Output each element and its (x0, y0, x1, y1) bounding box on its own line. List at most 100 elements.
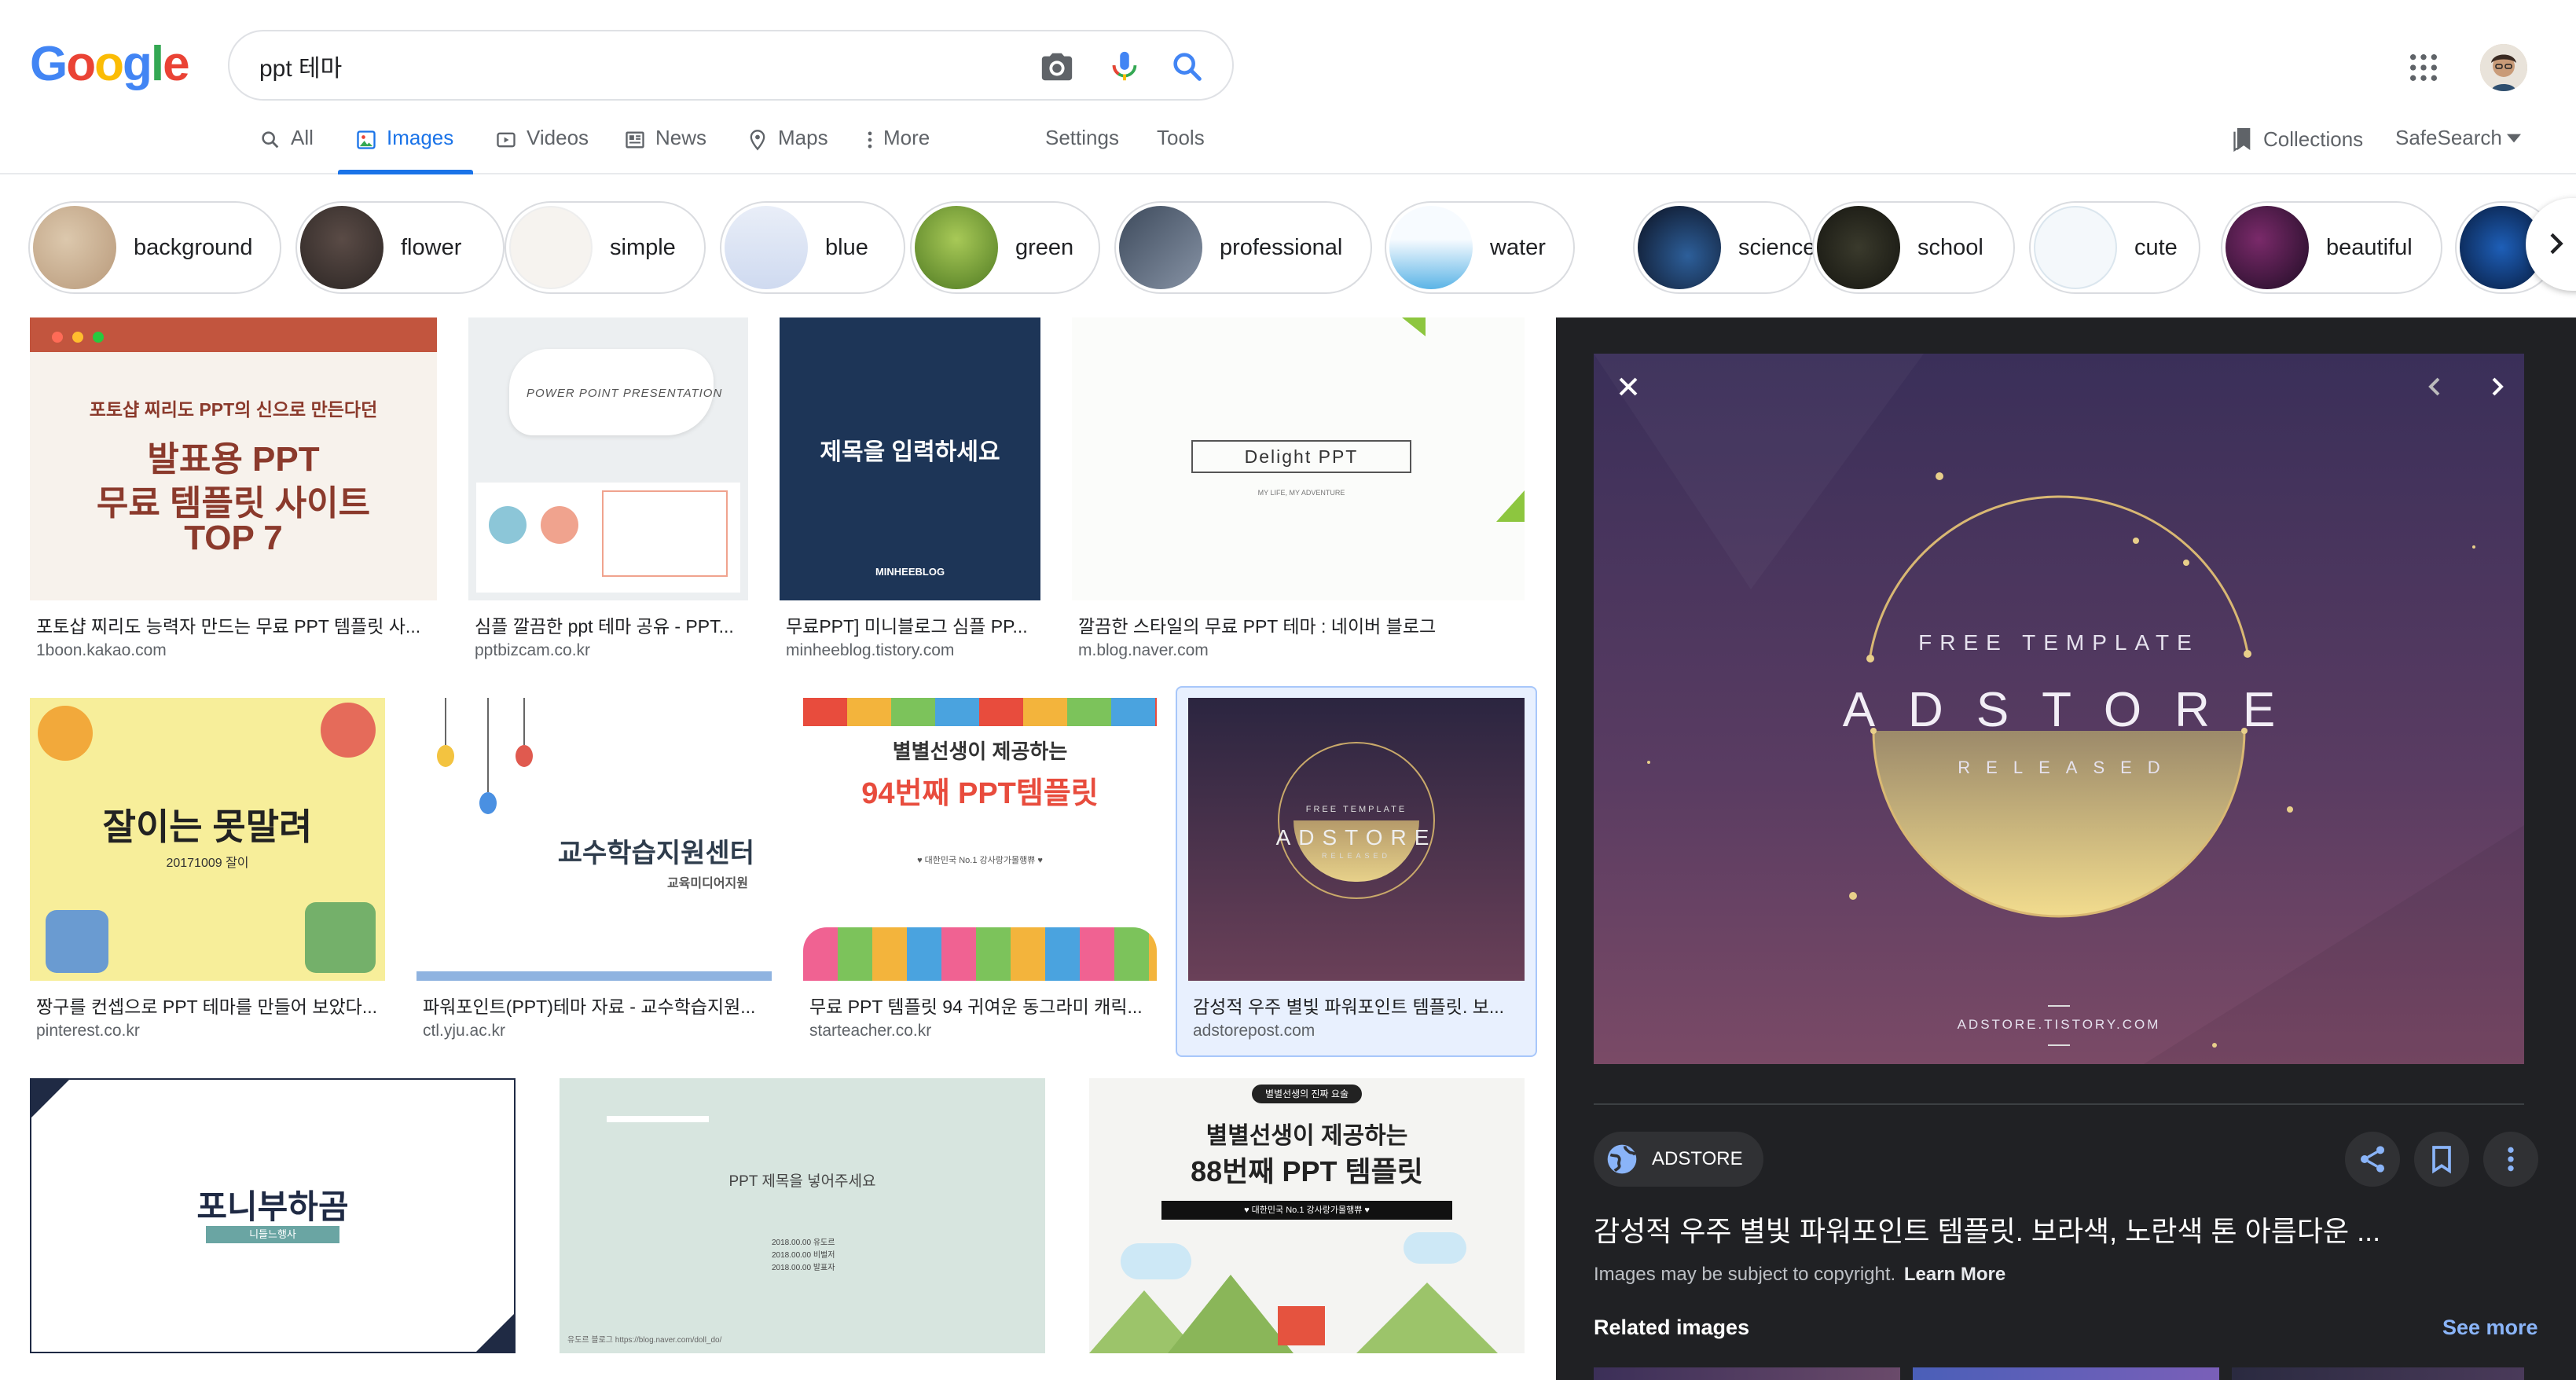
tab-maps[interactable]: Maps (747, 126, 828, 178)
chip-thumbnail (509, 206, 593, 289)
tab-label: More (883, 126, 930, 149)
chip-thumbnail (725, 206, 808, 289)
chip-thumbnail (1119, 206, 1202, 289)
chip-thumbnail (33, 206, 116, 289)
copyright-notice: Images may be subject to copyright. Lear… (1594, 1264, 2005, 1286)
chip-blue[interactable]: blue (720, 201, 905, 294)
image-result[interactable]: 교수학습지원센터 교육미디어지원 파워포인트(PPT)테마 자료 - 교수학습지… (416, 698, 773, 1044)
result-thumbnail: 포니부하곰 니들느행사 (30, 1078, 516, 1353)
thumb-text: 포니부하곰 (196, 1188, 349, 1225)
image-result[interactable]: 포토샵 찌리도 PPT의 신으로 만든다던 발표용 PPT 무료 템플릿 사이트… (30, 317, 439, 663)
result-source: m.blog.naver.com (1078, 641, 1209, 659)
chip-green[interactable]: green (910, 201, 1100, 294)
thumb-text: ADSTORE (1275, 825, 1437, 850)
globe-icon (1607, 1144, 1637, 1174)
preview-text-main: ADSTORE (1842, 683, 2309, 737)
image-result[interactable]: 잘이는 못말려 20171009 잘이 짱구를 컨셉으로 PPT 테마를 만들어… (30, 698, 387, 1044)
chip-label: background (134, 234, 253, 260)
thumb-text: 유도르 블로그 https://blog.naver.com/doll_do/ (567, 1336, 722, 1345)
preview-image[interactable]: FREE TEMPLATE ADSTORE RELEASED ADSTORE.T… (1594, 354, 2524, 1064)
image-result[interactable]: 제목을 입력하세요 MINHEEBLOG 무료PPT] 미니블로그 심플 PP.… (780, 317, 1040, 663)
see-more-link[interactable]: See more (2442, 1316, 2538, 1340)
google-logo[interactable]: Google (30, 36, 190, 92)
tab-videos[interactable]: Videos (495, 126, 589, 178)
chip-flower[interactable]: flower (295, 201, 505, 294)
chip-label: cute (2134, 234, 2178, 260)
thumb-text: 별별선생의 진짜 요술 (1252, 1085, 1362, 1103)
chip-science[interactable]: science (1633, 201, 1815, 294)
image-result[interactable]: 별별선생의 진짜 요술 별별선생이 제공하는 88번째 PPT 템플릿 ♥ 대한… (1089, 1078, 1526, 1380)
result-title: 무료 PPT 템플릿 94 귀여운 동그라미 캐릭... (809, 996, 1143, 1017)
image-result-selected[interactable]: FREE TEMPLATE ADSTORE RELEASED 감성적 우주 별빛… (1188, 698, 1526, 1044)
result-thumbnail: FREE TEMPLATE ADSTORE RELEASED (1188, 698, 1525, 981)
preview-title[interactable]: 감성적 우주 별빛 파워포인트 템플릿. 보라색, 노란색 톤 아름다운 ... (1594, 1209, 2524, 1250)
close-icon[interactable] (1613, 371, 1644, 402)
tab-label: Videos (527, 126, 589, 149)
related-image-thumb[interactable] (1594, 1367, 1900, 1380)
save-button[interactable] (2414, 1132, 2469, 1187)
image-result[interactable]: PPT 제목을 넣어주세요 2018.00.00 유도르 2018.00.00 … (560, 1078, 1058, 1380)
learn-more-link[interactable]: Learn More (1904, 1264, 2005, 1285)
logo-letter: l (150, 37, 164, 91)
site-badge[interactable]: ADSTORE (1594, 1132, 1763, 1187)
bookmark-icon (2432, 1146, 2451, 1174)
image-result[interactable]: 별별선생이 제공하는 94번째 PPT템플릿 ♥ 대한민국 No.1 강사랑가몰… (803, 698, 1158, 1044)
chip-cute[interactable]: cute (2029, 201, 2200, 294)
more-vert-icon (2508, 1147, 2514, 1172)
search-icon[interactable] (1169, 49, 1205, 85)
thumb-text: 잘이는 못말려 (102, 806, 313, 847)
result-title: 무료PPT] 미니블로그 심플 PP... (786, 616, 1028, 637)
related-image-thumb[interactable] (2232, 1367, 2524, 1380)
thumb-text: RELEASED (1321, 852, 1392, 860)
image-result[interactable]: 포니부하곰 니들느행사 (30, 1078, 528, 1380)
safesearch-label: SafeSearch (2395, 126, 2502, 149)
logo-letter: G (30, 37, 68, 91)
related-images-heading: Related images (1594, 1316, 1750, 1339)
chip-background[interactable]: background (28, 201, 281, 294)
logo-letter: e (163, 37, 190, 91)
avatar[interactable] (2480, 44, 2527, 91)
tab-all[interactable]: All (259, 126, 314, 178)
more-options-button[interactable] (2483, 1132, 2538, 1187)
tools-link[interactable]: Tools (1157, 126, 1205, 150)
thumb-text: ♥ 대한민국 No.1 강사랑가몰행쀼 ♥ (1161, 1201, 1452, 1220)
share-icon (2361, 1146, 2384, 1173)
tab-more[interactable]: More (864, 126, 930, 178)
chip-professional[interactable]: professional (1114, 201, 1372, 294)
result-source: starteacher.co.kr (809, 1022, 932, 1040)
thumb-text: 별별선생이 제공하는 (892, 740, 1068, 763)
chip-beautiful[interactable]: beautiful (2221, 201, 2442, 294)
image-result[interactable]: Delight PPT MY LIFE, MY ADVENTURE 깔끔한 스타… (1072, 317, 1525, 663)
image-result[interactable]: POWER POINT PRESENTATION 심플 깔끔한 ppt 테마 공… (468, 317, 750, 663)
thumb-text: 2018.00.00 유도르 (772, 1239, 835, 1247)
tab-label: All (291, 126, 314, 149)
related-image-thumb[interactable] (1913, 1367, 2219, 1380)
chevron-right-icon (2550, 233, 2563, 255)
video-icon (497, 132, 516, 148)
safesearch-dropdown[interactable]: SafeSearch (2395, 126, 2521, 150)
next-icon[interactable] (2482, 371, 2513, 402)
chip-water[interactable]: water (1385, 201, 1575, 294)
result-thumbnail: 별별선생의 진짜 요술 별별선생이 제공하는 88번째 PPT 템플릿 ♥ 대한… (1089, 1078, 1525, 1353)
chip-thumbnail (1389, 206, 1473, 289)
result-source: ctl.yju.ac.kr (423, 1022, 506, 1040)
search-input[interactable] (259, 47, 1045, 85)
tab-images[interactable]: Images (338, 126, 473, 174)
chip-thumbnail (2034, 206, 2117, 289)
camera-icon[interactable] (1039, 49, 1075, 85)
mic-icon[interactable] (1106, 49, 1143, 85)
chip-simple[interactable]: simple (505, 201, 706, 294)
thumb-text: PPT 제목을 넣어주세요 (728, 1173, 876, 1190)
logo-letter: o (66, 37, 96, 91)
result-thumbnail: 교수학습지원센터 교육미디어지원 (416, 698, 772, 981)
apps-grid-icon[interactable] (2408, 52, 2439, 83)
share-button[interactable] (2345, 1132, 2400, 1187)
thumb-text: FREE TEMPLATE (1305, 805, 1407, 814)
chip-school[interactable]: school (1812, 201, 2015, 294)
tab-news[interactable]: News (624, 126, 706, 178)
settings-link[interactable]: Settings (1045, 126, 1119, 150)
search-box (228, 30, 1234, 101)
thumb-text: 포토샵 찌리도 PPT의 신으로 만든다던 (89, 399, 378, 420)
prev-icon[interactable] (2419, 371, 2450, 402)
collections-button[interactable]: Collections (2232, 126, 2363, 152)
